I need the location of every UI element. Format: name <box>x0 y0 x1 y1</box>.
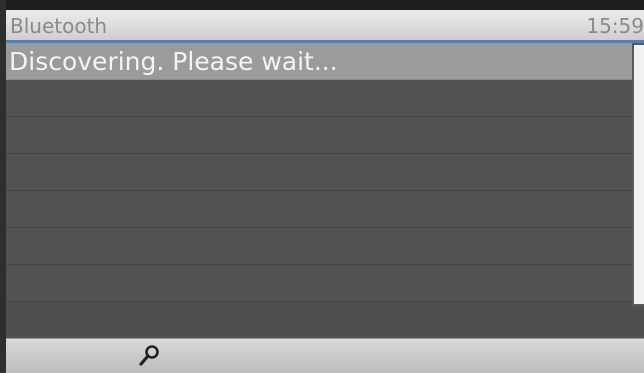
search-icon <box>139 345 159 366</box>
phone-screen: Bluetooth 15:59 Discovering. Please wait… <box>0 0 644 373</box>
softkey-bar <box>6 338 644 373</box>
status-message: Discovering. Please wait... <box>9 47 338 76</box>
page-title: Bluetooth <box>10 14 108 38</box>
list-item[interactable] <box>6 228 632 265</box>
search-softkey[interactable] <box>124 339 172 373</box>
scrollbar[interactable] <box>632 43 644 306</box>
scrollbar-thumb[interactable] <box>634 45 644 304</box>
list-item[interactable]: Discovering. Please wait... <box>6 43 632 80</box>
list-item[interactable] <box>6 154 632 191</box>
clock: 15:59 <box>586 14 644 38</box>
bezel-top <box>0 0 644 10</box>
list-item[interactable] <box>6 80 632 117</box>
list-item[interactable] <box>6 117 632 154</box>
list-item[interactable] <box>6 191 632 228</box>
device-list: Discovering. Please wait... <box>6 43 632 337</box>
list-item[interactable] <box>6 265 632 302</box>
title-bar: Bluetooth 15:59 <box>6 10 644 43</box>
